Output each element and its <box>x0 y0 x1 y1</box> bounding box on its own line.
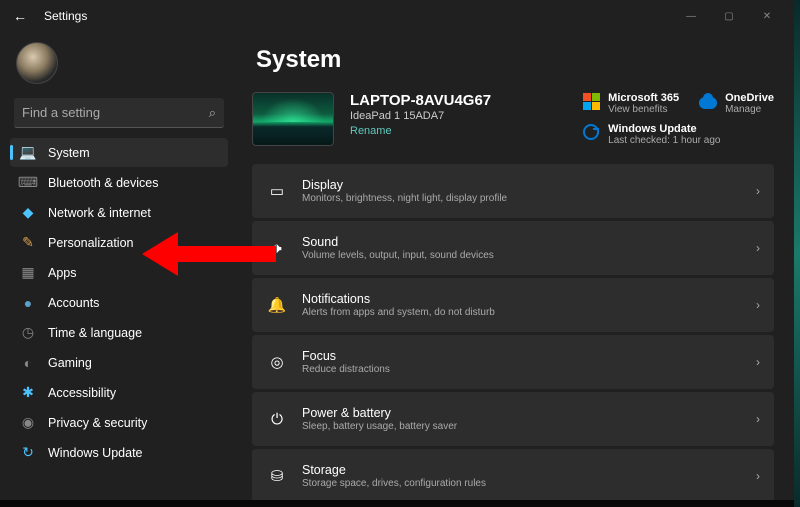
window-title: Settings <box>44 9 87 23</box>
setting-icon: 🔔 <box>266 296 288 314</box>
nav-icon: ◆ <box>20 205 36 221</box>
nav-icon: ⌨ <box>20 175 36 191</box>
nav-icon: 💻 <box>20 145 36 161</box>
sidebar-item-network-internet[interactable]: ◆ Network & internet <box>10 198 228 227</box>
device-model: IdeaPad 1 15ADA7 <box>350 110 491 122</box>
device-name: LAPTOP-8AVU4G67 <box>350 92 491 109</box>
main-content: System LAPTOP-8AVU4G67 IdeaPad 1 15ADA7 … <box>232 32 794 500</box>
nav-icon: ↻ <box>20 445 36 461</box>
sidebar-item-apps[interactable]: ▦ Apps <box>10 258 228 287</box>
nav-label: Time & language <box>48 326 142 340</box>
setting-focus[interactable]: ◎FocusReduce distractions› <box>252 335 774 389</box>
setting-icon: 🕩 <box>266 240 288 257</box>
device-thumbnail[interactable] <box>252 92 334 146</box>
rename-link[interactable]: Rename <box>350 125 491 137</box>
nav-label: Accessibility <box>48 386 116 400</box>
nav-icon: ▦ <box>20 265 36 281</box>
nav-label: Gaming <box>48 356 92 370</box>
avatar <box>16 42 58 84</box>
onedrive-promo[interactable]: OneDriveManage <box>699 92 774 115</box>
sidebar-item-bluetooth-devices[interactable]: ⌨ Bluetooth & devices <box>10 168 228 197</box>
windows-update-promo[interactable]: Windows UpdateLast checked: 1 hour ago <box>582 123 774 146</box>
chevron-right-icon: › <box>756 241 760 255</box>
ms365-icon <box>582 92 600 110</box>
sidebar-item-gaming[interactable]: ◐ Gaming <box>10 348 228 377</box>
nav-label: Privacy & security <box>48 416 147 430</box>
chevron-right-icon: › <box>756 412 760 426</box>
sidebar-item-windows-update[interactable]: ↻ Windows Update <box>10 438 228 467</box>
setting-power-battery[interactable]: ⏻Power & batterySleep, battery usage, ba… <box>252 392 774 446</box>
settings-window: ← Settings — ▢ ✕ ⌕ 💻 System ⌨ Bluetooth & d… <box>0 0 794 500</box>
search-input[interactable] <box>22 105 209 120</box>
setting-icon: ⛁ <box>266 467 288 485</box>
search-box[interactable]: ⌕ <box>14 98 224 128</box>
close-button[interactable]: ✕ <box>748 2 786 30</box>
onedrive-icon <box>699 92 717 110</box>
back-button[interactable]: ← <box>8 4 32 28</box>
nav-icon: ◉ <box>20 415 36 431</box>
setting-display[interactable]: ▭DisplayMonitors, brightness, night ligh… <box>252 164 774 218</box>
nav-label: System <box>48 146 90 160</box>
setting-icon: ◎ <box>266 353 288 371</box>
windows-update-icon <box>582 123 600 141</box>
setting-icon: ▭ <box>266 182 288 200</box>
ms365-promo[interactable]: Microsoft 365View benefits <box>582 92 679 115</box>
page-title: System <box>256 46 774 74</box>
sidebar-item-system[interactable]: 💻 System <box>10 138 228 167</box>
nav-label: Personalization <box>48 236 133 250</box>
setting-storage[interactable]: ⛁StorageStorage space, drives, configura… <box>252 449 774 500</box>
sidebar-item-privacy-security[interactable]: ◉ Privacy & security <box>10 408 228 437</box>
chevron-right-icon: › <box>756 355 760 369</box>
sidebar-item-accessibility[interactable]: ✱ Accessibility <box>10 378 228 407</box>
setting-notifications[interactable]: 🔔NotificationsAlerts from apps and syste… <box>252 278 774 332</box>
maximize-button[interactable]: ▢ <box>710 2 748 30</box>
sidebar-item-time-language[interactable]: ◷ Time & language <box>10 318 228 347</box>
setting-sound[interactable]: 🕩SoundVolume levels, output, input, soun… <box>252 221 774 275</box>
nav-label: Accounts <box>48 296 99 310</box>
nav-icon: ● <box>20 295 36 311</box>
sidebar-item-personalization[interactable]: ✎ Personalization <box>10 228 228 257</box>
chevron-right-icon: › <box>756 469 760 483</box>
sidebar-item-accounts[interactable]: ● Accounts <box>10 288 228 317</box>
minimize-button[interactable]: — <box>672 2 710 30</box>
chevron-right-icon: › <box>756 184 760 198</box>
sidebar: ⌕ 💻 System ⌨ Bluetooth & devices ◆ Network & … <box>0 32 232 500</box>
nav-label: Windows Update <box>48 446 143 460</box>
nav-icon: ✎ <box>20 235 36 251</box>
nav-label: Network & internet <box>48 206 151 220</box>
desktop-edge <box>794 0 800 507</box>
nav-icon: ✱ <box>20 385 36 401</box>
titlebar: ← Settings — ▢ ✕ <box>0 0 794 32</box>
nav-label: Bluetooth & devices <box>48 176 159 190</box>
nav-icon: ◷ <box>20 325 36 341</box>
search-icon: ⌕ <box>209 105 216 121</box>
nav-label: Apps <box>48 266 77 280</box>
setting-icon: ⏻ <box>266 411 288 428</box>
nav-icon: ◐ <box>20 355 36 371</box>
device-row: LAPTOP-8AVU4G67 IdeaPad 1 15ADA7 Rename … <box>252 92 774 146</box>
chevron-right-icon: › <box>756 298 760 312</box>
profile-area[interactable] <box>10 36 228 94</box>
